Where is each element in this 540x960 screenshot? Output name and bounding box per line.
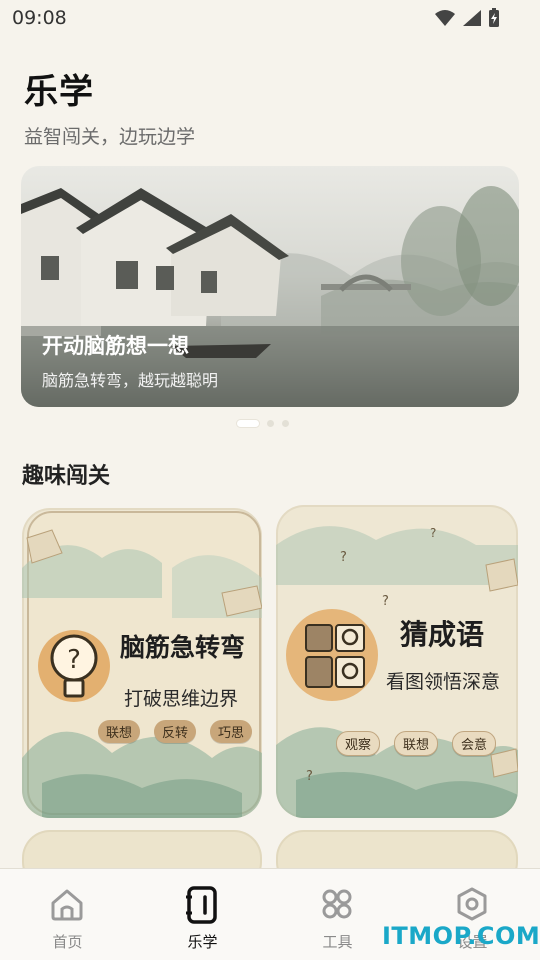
svg-text:?: ?: [382, 594, 389, 609]
carousel-dot: [237, 420, 259, 427]
card-idiom-guess[interactable]: ? ? ? ? 猜成语 看图领悟深意 观察 联想 会意: [276, 505, 518, 818]
tag: 联想: [98, 720, 141, 743]
page-subtitle: 益智闯关，边玩边学: [24, 126, 196, 148]
svg-text:?: ?: [430, 526, 436, 540]
status-time: 09:08: [12, 7, 67, 29]
tab-label: 乐学: [187, 933, 218, 951]
grid-icon: [322, 889, 352, 919]
banner-subtitle: 脑筋急转弯，越玩越聪明: [42, 371, 219, 390]
tag: 会意: [452, 731, 497, 756]
status-bar: 09:08: [0, 0, 540, 36]
wifi-icon: [435, 10, 455, 26]
status-icons: [434, 8, 500, 28]
carousel-dot: [282, 420, 289, 427]
banner-title: 开动脑筋想一想: [42, 334, 189, 358]
home-icon: [51, 889, 83, 921]
svg-text:?: ?: [306, 769, 313, 784]
tab-home[interactable]: 首页: [0, 869, 135, 960]
tab-label: 首页: [52, 933, 83, 951]
tag: 联想: [394, 731, 439, 756]
banner-carousel[interactable]: 开动脑筋想一想 脑筋急转弯，越玩越聪明: [21, 166, 519, 407]
watermark-logo: ITMOP.COM: [382, 922, 540, 950]
settings-icon: [457, 887, 487, 921]
section-title: 趣味闯关: [22, 464, 111, 489]
svg-text:?: ?: [67, 645, 81, 675]
signal-icon: [463, 10, 481, 26]
tag-list: 观察 联想 会意: [336, 731, 497, 756]
notebook-icon: [186, 886, 217, 924]
page-title: 乐学: [24, 72, 94, 112]
tag-list: 联想 反转 巧思: [98, 720, 253, 743]
battery-icon: [489, 8, 499, 27]
carousel-indicator: [237, 420, 289, 427]
tag: 观察: [336, 731, 381, 756]
card-title: 猜成语: [400, 618, 485, 651]
tag: 巧思: [210, 720, 253, 743]
card-subtitle: 打破思维边界: [124, 688, 239, 710]
carousel-dot: [267, 420, 274, 427]
card-background-art: ? ? ? ?: [276, 526, 518, 818]
svg-text:?: ?: [340, 550, 347, 565]
card-title: 脑筋急转弯: [120, 633, 246, 662]
tab-lexue[interactable]: 乐学: [135, 869, 270, 960]
card-brain-teaser[interactable]: ? 脑筋急转弯 打破思维边界 联想 反转 巧思: [22, 508, 262, 818]
tag: 反转: [154, 720, 197, 743]
card-subtitle: 看图领悟深意: [386, 671, 501, 693]
